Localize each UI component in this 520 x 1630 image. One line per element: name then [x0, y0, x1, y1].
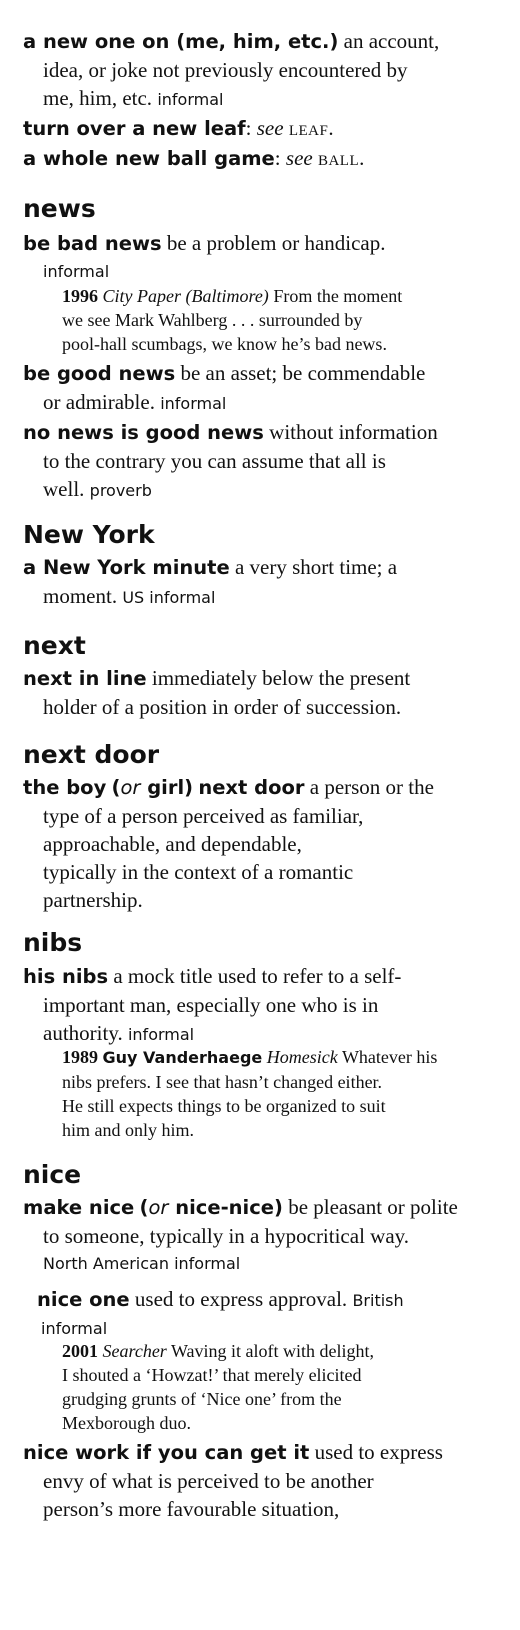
phrase: a new one on (me, him, etc.) [23, 30, 339, 53]
quote-text: He still expects things to be organized … [62, 1096, 386, 1116]
definition: or admirable. [43, 390, 155, 414]
definition: immediately below the present [151, 666, 411, 690]
phrase: next door [198, 776, 305, 799]
headword-nice: nice [23, 1160, 82, 1189]
definition: a person or the [309, 775, 434, 799]
quote-source: Searcher [102, 1341, 167, 1361]
definition: holder of a position in order of success… [43, 695, 402, 719]
entry-a-whole-new-ball-game: a whole new ball game: see BALL. [23, 146, 365, 170]
usage-label: informal [127, 1025, 195, 1044]
quote-text: Whatever his [341, 1047, 438, 1067]
definition: idea, or joke not previously encountered… [43, 58, 408, 82]
quote-text: we see Mark Wahlberg . . . surrounded by [62, 310, 363, 330]
quote-source: City Paper (Baltimore) [102, 286, 269, 306]
definition: to someone, typically in a hypocritical … [43, 1224, 410, 1248]
definition: used to express [314, 1440, 443, 1464]
quote-text: him and only him. [62, 1120, 194, 1140]
definition: type of a person perceived as familiar, [43, 804, 364, 828]
headword-news: news [23, 194, 96, 223]
definition: without information [269, 420, 438, 444]
definition: approachable, and dependable, [43, 832, 302, 856]
phrase: nice work if you can get it [23, 1441, 310, 1464]
cross-ref-target[interactable]: BALL [318, 153, 359, 169]
usage-label: informal [43, 262, 110, 281]
phrase: nice one [37, 1288, 130, 1311]
quotation-1989: 1989 Guy Vanderhaege Homesick Whatever h… [62, 1045, 502, 1142]
definition: typically in the context of a romantic [43, 860, 354, 884]
phrase-variant: girl) [147, 776, 194, 799]
definition: to the contrary you can assume that all … [43, 449, 386, 473]
quotation-1996: 1996 City Paper (Baltimore) From the mom… [62, 284, 502, 356]
dictionary-page: a new one on (me, him, etc.) an account,… [0, 0, 520, 1630]
definition: partnership. [43, 888, 143, 912]
phrase: a whole new ball game [23, 147, 275, 170]
phrase: the boy [23, 776, 107, 799]
entry-nice-one: nice one used to express approval. Briti… [37, 1285, 503, 1343]
entry-make-nice: make nice (or nice-nice) be pleasant or … [23, 1193, 501, 1278]
definition: a very short time; a [234, 555, 398, 579]
quote-year: 1989 [62, 1047, 98, 1067]
phrase: a New York minute [23, 556, 230, 579]
usage-label: informal [157, 90, 224, 109]
entry-nice-work-if-you-can-get-it: nice work if you can get it used to expr… [23, 1438, 501, 1523]
quote-text: pool-hall scumbags, we know he’s bad new… [62, 334, 387, 354]
phrase: no news is good news [23, 421, 264, 444]
entry-his-nibs: his nibs a mock title used to refer to a… [23, 962, 501, 1049]
entry-be-bad-news: be bad news be a problem or handicap. in… [23, 229, 501, 286]
headword-next: next [23, 631, 86, 660]
usage-label: informal [160, 394, 227, 413]
phrase: his nibs [23, 965, 109, 988]
quote-text: nibs prefers. I see that hasn’t changed … [62, 1072, 383, 1092]
quote-text: grudging grunts of ‘Nice one’ from the [62, 1389, 342, 1409]
headword-nibs: nibs [23, 928, 83, 957]
definition: envy of what is perceived to be another [43, 1469, 374, 1493]
usage-label: proverb [89, 481, 152, 500]
phrase: be bad news [23, 232, 162, 255]
definition: me, him, etc. [43, 86, 153, 110]
definition: moment. [43, 584, 118, 608]
usage-label: British [352, 1291, 404, 1310]
quote-text: I shouted a ‘Howzat!’ that merely elicit… [62, 1365, 362, 1385]
phrase: make nice [23, 1196, 135, 1219]
quote-source: Homesick [266, 1047, 338, 1067]
entry-a-new-york-minute: a New York minute a very short time; a m… [23, 553, 501, 612]
quote-text: Mexborough duo. [62, 1413, 191, 1433]
phrase: turn over a new leaf [23, 117, 246, 140]
entry-new-one-on: a new one on (me, him, etc.) an account,… [23, 27, 501, 114]
definition: be pleasant or polite [288, 1195, 458, 1219]
headword-next-door: next door [23, 740, 160, 769]
cross-ref-see: see [256, 116, 284, 140]
or-marker: or [120, 776, 141, 799]
phrase: next in line [23, 667, 147, 690]
definition: used to express approval. [134, 1287, 348, 1311]
quote-text: Waving it aloft with delight, [171, 1341, 375, 1361]
definition: important man, especially one who is in [43, 993, 379, 1017]
definition: be an asset; be commendable [180, 361, 426, 385]
entry-the-boy-next-door: the boy (or girl) next door a person or … [23, 773, 501, 914]
cross-ref-see: see [285, 146, 313, 170]
phrase: be good news [23, 362, 176, 385]
quote-year: 1996 [62, 286, 98, 306]
phrase-variant: nice-nice) [175, 1196, 283, 1219]
headword-new-york: New York [23, 520, 155, 549]
entry-next-in-line: next in line immediately below the prese… [23, 664, 501, 721]
quote-text: From the moment [273, 286, 403, 306]
usage-label: US informal [122, 588, 216, 607]
definition: well. [43, 477, 85, 501]
entry-no-news-is-good-news: no news is good news without information… [23, 418, 501, 505]
or-marker: or [148, 1196, 169, 1219]
quotation-2001: 2001 Searcher Waving it aloft with delig… [62, 1339, 502, 1435]
quote-year: 2001 [62, 1341, 98, 1361]
definition: authority. [43, 1021, 123, 1045]
usage-label: North American informal [43, 1254, 241, 1273]
definition: person’s more favourable situation, [43, 1497, 340, 1521]
quote-author: Guy Vanderhaege [102, 1048, 263, 1067]
definition: a mock title used to refer to a self- [113, 964, 402, 988]
definition: be a problem or handicap. [166, 231, 386, 255]
entry-be-good-news: be good news be an asset; be commendable… [23, 359, 501, 418]
entry-turn-over-a-new-leaf: turn over a new leaf: see LEAF. [23, 116, 334, 140]
definition: an account, [343, 29, 440, 53]
cross-ref-target[interactable]: LEAF [289, 123, 329, 139]
